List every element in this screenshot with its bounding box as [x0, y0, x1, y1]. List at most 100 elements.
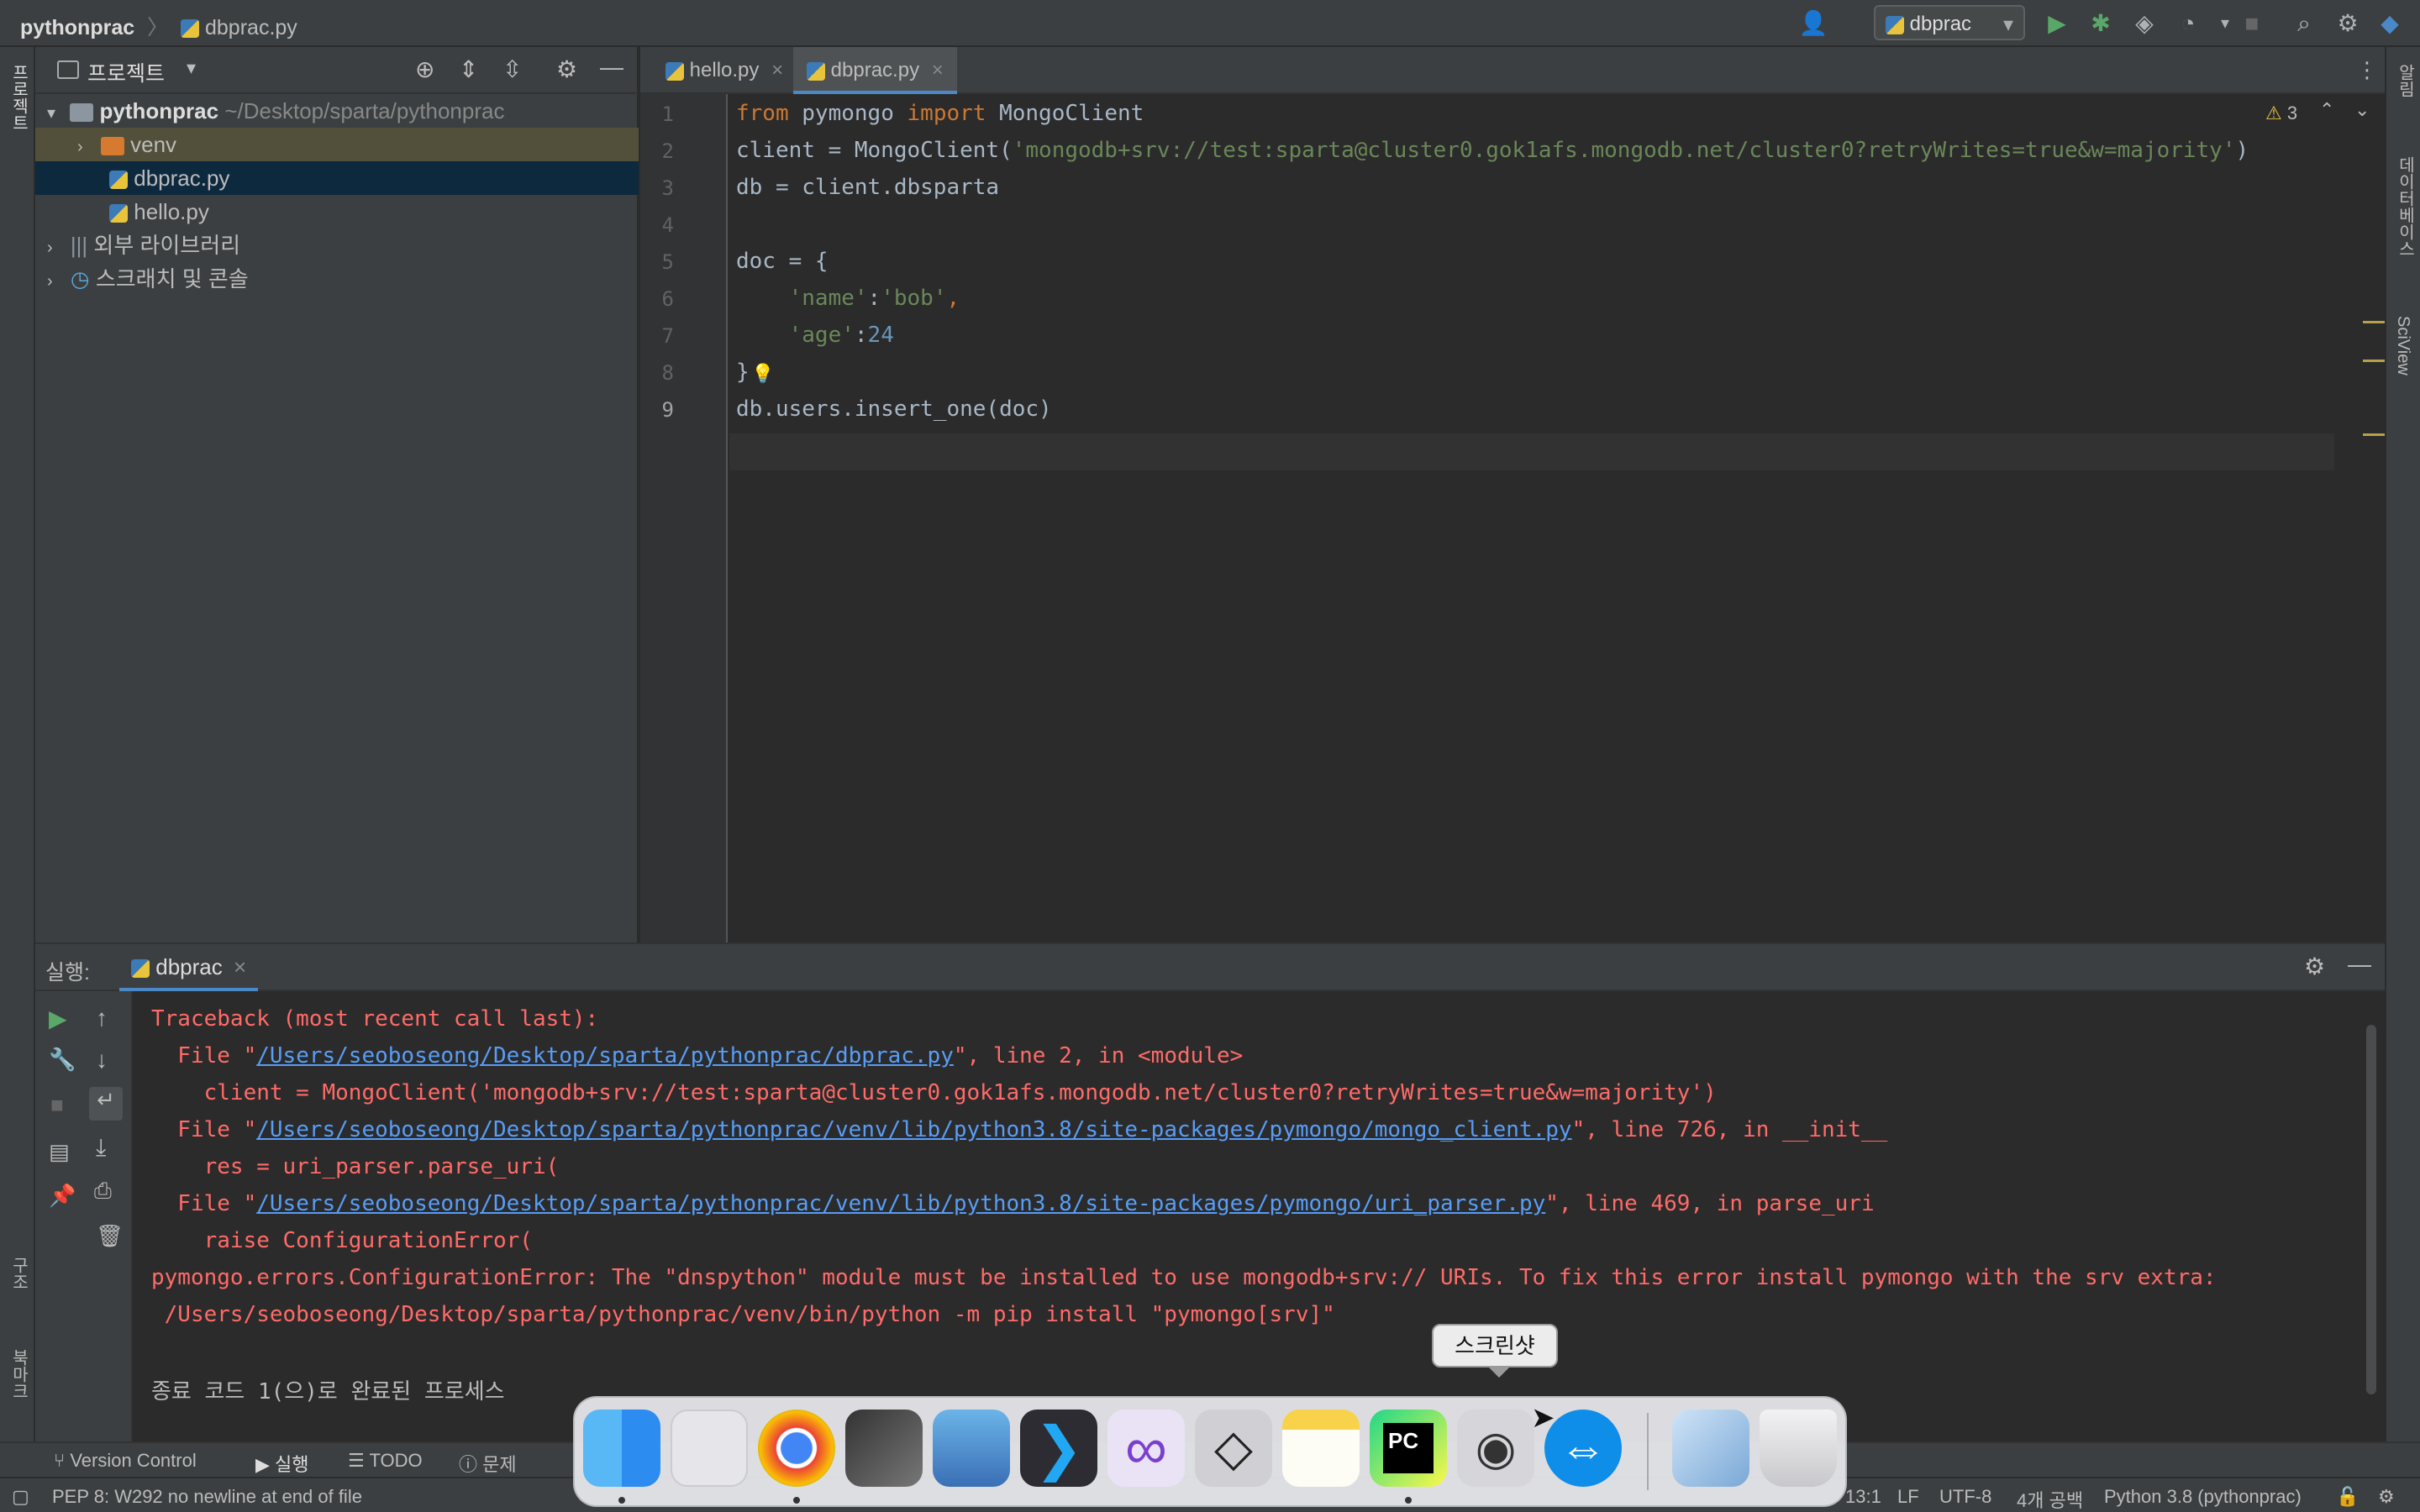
folder-icon	[70, 103, 94, 123]
visual-studio-icon[interactable]: ∞	[1107, 1410, 1185, 1487]
coverage-icon[interactable]: ◈	[2129, 8, 2160, 39]
tab-dbprac-py[interactable]: dbprac.py ×	[793, 47, 957, 94]
breadcrumb-project[interactable]: pythonprac	[20, 16, 134, 39]
search-icon[interactable]: ⌕	[2289, 8, 2319, 39]
hide-icon[interactable]: —	[600, 54, 623, 81]
panel-title[interactable]: 프로젝트	[87, 57, 165, 87]
close-icon[interactable]: ×	[234, 954, 246, 979]
breadcrumb[interactable]: pythonprac 〉 dbprac.py	[20, 11, 297, 41]
code-line-8[interactable]: }	[736, 360, 750, 385]
trash-icon[interactable]: 🗑	[96, 1223, 124, 1249]
run-tab-dbprac[interactable]: dbprac ×	[119, 944, 259, 991]
stop-icon[interactable]: ■	[50, 1092, 64, 1118]
chevron-down-icon[interactable]: ▾	[187, 57, 196, 79]
tab-database[interactable]: 데이터베이스	[2393, 156, 2417, 257]
print-icon[interactable]: ⎙	[94, 1178, 112, 1205]
code-line-3[interactable]: db = client.dbsparta	[736, 175, 999, 200]
scrollbar[interactable]	[2366, 1025, 2376, 1394]
tool-version-control[interactable]: ⑂ Version Control	[54, 1450, 197, 1472]
tree-item-dbprac[interactable]: dbprac.py	[35, 161, 639, 195]
gear-icon[interactable]: ⚙	[2304, 953, 2325, 980]
final-cut-icon[interactable]	[845, 1410, 923, 1487]
breadcrumb-file[interactable]: dbprac.py	[205, 16, 297, 39]
tab-sciview[interactable]: SciView	[2393, 316, 2412, 375]
next-highlight-icon[interactable]: ⌄	[2354, 99, 2370, 121]
indent-setting[interactable]: 4개 공백	[2017, 1486, 2083, 1512]
run-icon[interactable]: ▶	[2042, 8, 2072, 39]
error-stripe-mark[interactable]	[2363, 321, 2385, 323]
gear-icon[interactable]: ⚙	[556, 55, 577, 83]
notes-icon[interactable]	[1282, 1410, 1360, 1487]
tab-bookmarks[interactable]: 북마크	[7, 1349, 31, 1399]
trash-icon[interactable]	[1760, 1410, 1837, 1487]
caret-position[interactable]: 13:1	[1845, 1486, 1881, 1508]
code-line-6[interactable]: 'name':'bob',	[736, 286, 960, 311]
error-stripe-mark[interactable]	[2363, 360, 2385, 362]
rerun-icon[interactable]: ▶	[49, 1005, 67, 1032]
toolbox-icon[interactable]: ◆	[2375, 8, 2405, 39]
more-icon[interactable]: ⋮	[2356, 57, 2378, 83]
error-stripe-mark[interactable]	[2363, 433, 2385, 436]
toggle-tool-windows-icon[interactable]: ▢	[12, 1486, 29, 1508]
tab-structure[interactable]: 구조	[7, 1257, 31, 1290]
code-line-1[interactable]: from pymongo import MongoClient	[736, 101, 1144, 126]
line-number: 9	[661, 398, 674, 422]
hide-icon[interactable]: —	[2348, 951, 2371, 978]
tree-item-scratches[interactable]: › ◷ 스크래치 및 콘솔	[35, 262, 639, 296]
unity-icon[interactable]: ◇	[1195, 1410, 1272, 1487]
tree-item-venv[interactable]: › venv	[35, 128, 639, 161]
tree-item-hello[interactable]: hello.py	[35, 195, 639, 228]
lightbulb-icon[interactable]: 💡	[751, 363, 774, 385]
warning-counter[interactable]: ⚠ 3	[2265, 102, 2297, 124]
locate-icon[interactable]: ⊕	[415, 55, 434, 83]
downloads-icon[interactable]	[1672, 1410, 1749, 1487]
chrome-icon[interactable]	[758, 1410, 835, 1487]
previous-highlight-icon[interactable]: ⌃	[2319, 99, 2334, 121]
tree-root[interactable]: ▾ pythonprac ~/Desktop/sparta/pythonprac	[35, 94, 639, 128]
wrench-icon[interactable]: 🔧	[49, 1047, 76, 1073]
stop-icon[interactable]: ■	[2237, 8, 2267, 39]
profile-icon[interactable]: ◔	[2173, 8, 2203, 39]
tab-notifications[interactable]: 알림	[2393, 64, 2417, 97]
tab-hello-py[interactable]: hello.py ×	[652, 47, 797, 94]
expand-all-icon[interactable]: ⇕	[459, 55, 478, 83]
run-config-selector[interactable]: dbprac ▾	[1874, 5, 2025, 40]
line-separator[interactable]: LF	[1897, 1486, 1919, 1508]
code-line-2[interactable]: client = MongoClient('mongodb+srv://test…	[736, 138, 2249, 163]
pycharm-icon[interactable]: PC	[1370, 1410, 1447, 1487]
file-encoding[interactable]: UTF-8	[1939, 1486, 1991, 1508]
layout-icon[interactable]: ▤	[49, 1139, 70, 1165]
collapse-all-icon[interactable]: ⇳	[502, 55, 522, 83]
vscode-icon[interactable]: ❯	[1020, 1410, 1097, 1487]
output-file-link[interactable]: /Users/seoboseong/Desktop/sparta/pythonp…	[256, 1043, 954, 1068]
down-arrow-icon[interactable]: ↓	[96, 1047, 108, 1074]
more-run-icon[interactable]: ▾	[2210, 8, 2240, 39]
settings-icon[interactable]: ⚙	[2333, 8, 2363, 39]
tool-run[interactable]: ▶ 실행	[255, 1450, 309, 1477]
code-line-9[interactable]: db.users.insert_one(doc)	[736, 396, 1052, 422]
output-file-link[interactable]: /Users/seoboseong/Desktop/sparta/pythonp…	[256, 1191, 1545, 1216]
tree-item-external-libraries[interactable]: › ||| 외부 라이브러리	[35, 228, 639, 262]
debug-icon[interactable]: ✱	[2086, 8, 2116, 39]
close-icon[interactable]: ×	[932, 59, 944, 81]
output-file-link[interactable]: /Users/seoboseong/Desktop/sparta/pythonp…	[256, 1117, 1571, 1142]
up-arrow-icon[interactable]: ↑	[96, 1005, 108, 1032]
notifications-icon[interactable]: ⚙	[2378, 1486, 2395, 1508]
finder-icon[interactable]	[583, 1410, 660, 1487]
lock-icon[interactable]: 🔓	[2336, 1486, 2359, 1508]
screenshot-icon[interactable]: ◉	[1457, 1410, 1534, 1487]
teamviewer-icon[interactable]: ⇔	[1544, 1410, 1622, 1487]
code-line-5[interactable]: doc = {	[736, 249, 829, 274]
tool-problems[interactable]: ⓘ 문제	[459, 1450, 517, 1477]
tab-project[interactable]: 프로젝트	[7, 64, 31, 131]
soft-wrap-icon[interactable]: ↵	[89, 1087, 123, 1121]
close-icon[interactable]: ×	[771, 59, 783, 81]
launchpad-icon[interactable]	[671, 1410, 748, 1487]
code-line-7[interactable]: 'age':24	[736, 323, 894, 348]
pin-icon[interactable]: 📌	[49, 1183, 76, 1209]
tool-todo[interactable]: ☰ TODO	[348, 1450, 423, 1472]
scroll-to-end-icon[interactable]: ⤓	[96, 1134, 106, 1162]
python-interpreter[interactable]: Python 3.8 (pythonprac)	[2104, 1486, 2302, 1508]
preview-icon[interactable]	[933, 1410, 1010, 1487]
account-icon[interactable]: 👤	[1798, 8, 1828, 39]
